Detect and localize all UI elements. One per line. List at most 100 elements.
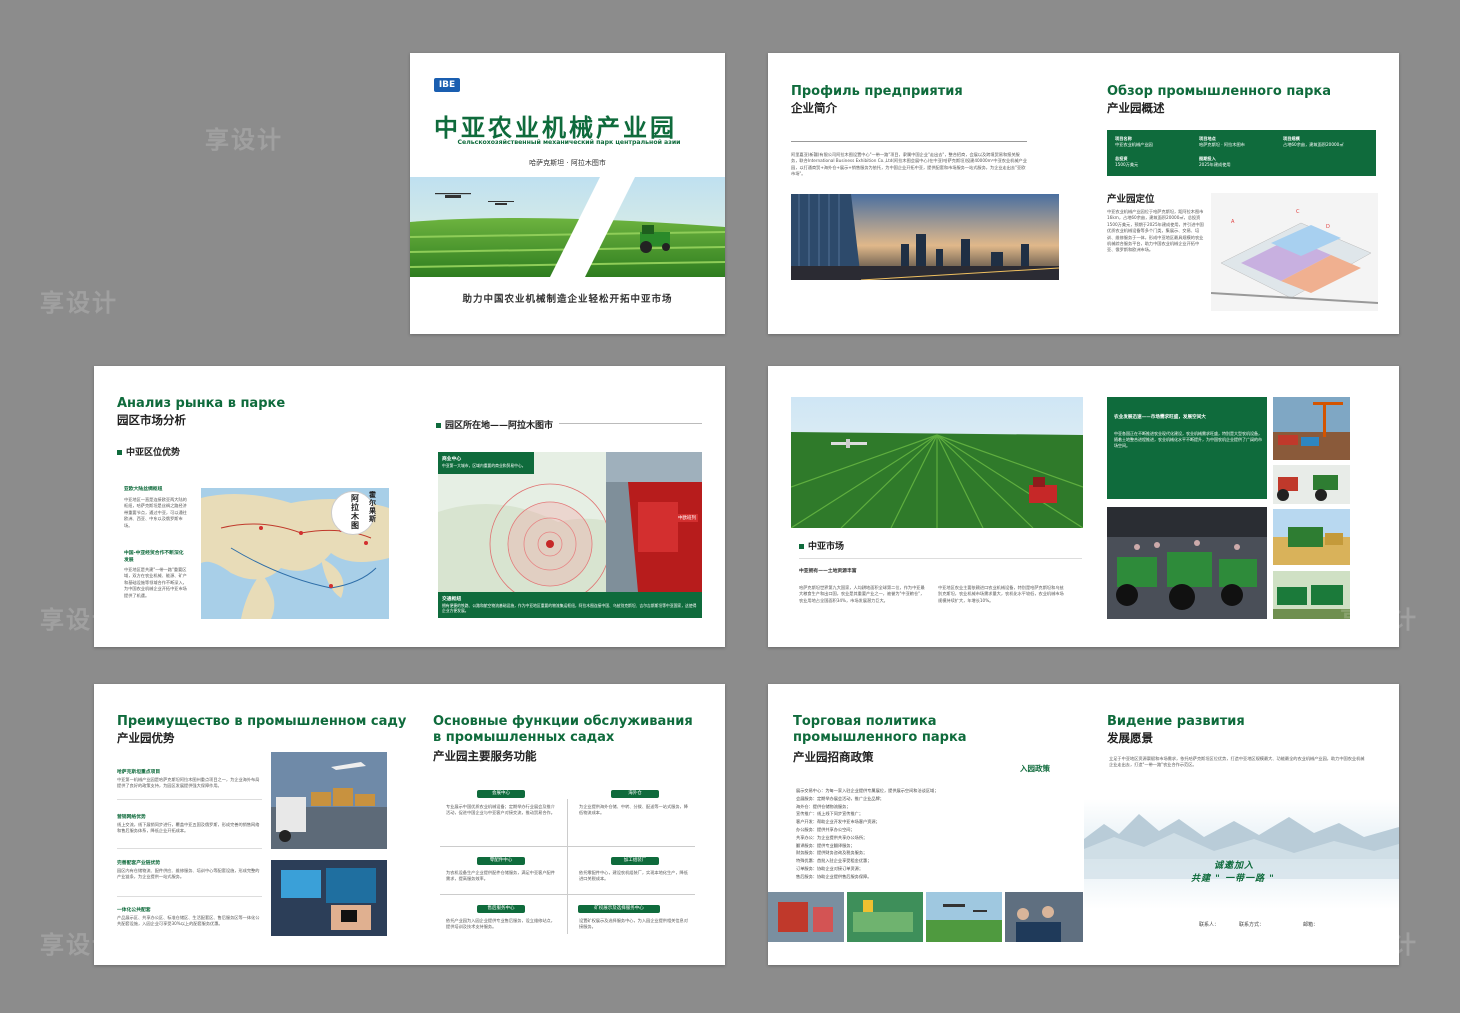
harvesters-row-image: [1273, 571, 1350, 619]
overview-table: 项目名称 中亚农业机械产业园 项目地点 哈萨克斯坦 · 阿拉木图市 项目规模 占地60…: [1107, 130, 1376, 176]
cover-page: IBE 中亚农业机械产业园 Сельскохозяйственный механ…: [410, 53, 725, 334]
service-pill: 会展中心: [477, 790, 525, 798]
contact-email: 邮箱：: [1303, 922, 1319, 928]
vision-slogan-2: 共建 " 一带一路 ": [1191, 874, 1275, 884]
map-label-almaty: 阿拉木图: [351, 494, 359, 530]
port-image: [1273, 397, 1350, 460]
profile-title-ru: Профиль предприятия: [791, 84, 963, 99]
silk-road-map: 阿拉木图 霍尔果斯: [201, 488, 389, 619]
cover-image: [410, 177, 725, 277]
policy-item: 翻译服务：提供专业翻译服务；: [796, 842, 855, 848]
advantage-item-text: 中亚第一机械产业园是哈萨克斯坦阿拉木图州重点项目之一，为企业海外布局提供了良好的…: [117, 777, 260, 789]
policy-item: 海外仓：提供仓储物流服务；: [796, 803, 851, 809]
market-h1: 亚欧大陆丝绸枢纽: [124, 487, 163, 492]
mountain-image: [1084, 799, 1399, 909]
service-text: 依托产业园为入园企业提供专业售后服务，设立维修站点，提供培训及技术支持服务。: [446, 918, 555, 930]
ca-green-box: 农业发展迅速——市场需求旺盛，发展空间大 中亚各国正在不断推进农业现代化建设，农…: [1107, 397, 1267, 499]
advantage-title-ru: Преимущество в промышленном саду: [117, 714, 407, 729]
contact-phone: 联系方式：: [1239, 922, 1265, 928]
svg-text:C: C: [1296, 209, 1300, 215]
services-hline: [440, 846, 695, 847]
policy-item: 展示交易中心：为每一家入驻企业提供专属展位，提供展示空间和洽谈区域；: [796, 788, 939, 793]
service-pill: 矿权展示及选择服务中心: [578, 905, 660, 913]
ca-divider: [799, 558, 1082, 559]
business-center-box: 商业中心 中亚第一大城市，区域内重要的商业和贸易中心。: [438, 452, 534, 474]
train-label: 中欧班列: [676, 514, 698, 522]
location-divider: [559, 423, 702, 424]
harvester-image: [1273, 509, 1350, 565]
cover-title-ru: Сельскохозяйственный механический парк ц…: [457, 139, 681, 146]
policy-item: 财务服务：提供财务咨询及税务服务；: [796, 850, 868, 856]
adv-divider: [117, 848, 262, 849]
policy-right-label: 入园政策: [1020, 764, 1050, 773]
expo-tractors-image: [1107, 507, 1267, 619]
loc-h2: 交通枢纽: [442, 597, 462, 602]
location-subheading: 园区所在地——阿拉木图市: [436, 418, 553, 431]
logistics-image: [271, 752, 387, 849]
advantage-item-heading: 哈萨克斯坦重点项目: [117, 770, 161, 775]
vision-title-cn: 发展愿景: [1107, 731, 1153, 745]
almaty-map: 商业中心 中亚第一大城市，区域内重要的商业和贸易中心。 中欧班列 交通枢纽 拥有…: [438, 452, 702, 618]
logo: IBE: [434, 78, 460, 92]
advantage-item-text: 产品展示区、共享办公区、标准仓储区、生活配套区、售后服务区等一体化公共配套设施，…: [117, 915, 260, 927]
profile-body: 阿里嘉亚(新疆)有限公司阿拉木图设置中心"一带一路"项目，隶属中国企业"走出去"…: [791, 152, 1027, 177]
advantage-item-text: 线上交流，线下展销同步进行，覆盖中亚五国及俄罗斯，形成完善的销售网络和售后服务体…: [117, 822, 260, 834]
park-render: A C D: [1211, 193, 1378, 311]
ca-box-text: 中亚各国正在不断推进农业现代化建设，农业机械需求旺盛，特别是大型农机设备，随着土…: [1114, 431, 1262, 448]
services-title-cn: 产业园主要服务功能: [433, 749, 537, 763]
cover-title: 中亚农业机械产业园: [434, 114, 677, 142]
policy-title-ru-2: промышленного парка: [793, 730, 967, 745]
service-text: 专业展示中国优质农业机械设备；定期举办行业展会及推介活动，促进中国企业与中亚客户…: [446, 804, 555, 816]
central-asia-subheading: 中亚市场: [799, 539, 844, 552]
advantage-title-cn: 产业园优势: [117, 731, 175, 745]
policy-item: 办公服务：提供共享办公空间；: [796, 826, 855, 832]
contact-name: 联系人：: [1199, 922, 1220, 928]
adv-divider: [117, 799, 262, 800]
advantage-item-heading: 营销网络优势: [117, 815, 146, 820]
overview-value: 哈萨克斯坦 · 阿拉木图市: [1199, 142, 1245, 147]
service-pill: 售后服务中心: [477, 905, 525, 913]
overview-value: 1500万美元: [1115, 162, 1139, 167]
svg-text:A: A: [1231, 219, 1235, 225]
market-t1: 中亚地区一直是连接欧亚两大陆的枢纽，哈萨克斯坦是丝绸之路经济带重要节点，通过中亚…: [124, 497, 187, 528]
policy-title-cn: 产业园招商政策: [793, 750, 874, 764]
advantage-page: Преимущество в промышленном саду 产业园优势 哈…: [94, 684, 725, 965]
overview-value: 中亚农业机械产业园: [1115, 142, 1153, 147]
cover-location: 哈萨克斯坦 · 阿拉木图市: [529, 159, 606, 167]
policy-item: 会展服务：定期举办展会活动，推广企业品牌；: [796, 795, 884, 801]
policy-item: 共享办公：为企业提供共享办公场所；: [796, 834, 868, 840]
policy-title-ru-1: Торговая политика: [793, 714, 937, 729]
market-title-cn: 园区市场分析: [117, 413, 186, 427]
position-text: 中亚农业机械产业园位于哈萨克斯坦，距阿拉木图市16km，占地60余亩，建筑面积2…: [1107, 209, 1204, 253]
loc-h1: 商业中心: [442, 457, 462, 462]
cover-slogan: 助力中国农业机械制造企业轻松开拓中亚市场: [462, 294, 673, 305]
tech-image: [271, 860, 387, 936]
service-text: 依托零配件中心，建设农机组装厂，实现本地化生产，降低进口关税成本。: [579, 870, 688, 882]
city-image: [791, 194, 1059, 280]
services-hline: [440, 894, 695, 895]
policy-item: 特殊优惠：首批入驻企业享受租金优惠；: [796, 858, 872, 864]
service-text: 设置矿权展示及选择服务中心，为入园企业提供相关信息对接服务。: [579, 918, 688, 930]
market-h2: 中国-中亚经贸合作不断深化发展: [124, 551, 184, 563]
market-title-ru: Анализ рынка в парке: [117, 396, 286, 411]
service-text: 为企业提供海外仓储、中转、分拨、配送等一站式服务，降低物流成本。: [579, 804, 688, 816]
market-t2: 中亚地区是共建"一带一路"重要区域，双方在农业机械、能源、矿产和基础设施等领域合…: [124, 567, 187, 598]
adv-divider: [117, 896, 262, 897]
policy-item: 客户开发：帮助企业开发中亚市场客户资源；: [796, 819, 880, 825]
loc-t2: 拥有便捷的铁路、公路和航空物流基础设施，作为中亚地区重要的物流集运枢纽，阿拉木图…: [442, 603, 697, 613]
overview-title-ru: Обзор промышленного парка: [1107, 84, 1331, 99]
policy-item: 宣传推广：线上线下同步宣传推广；: [796, 811, 864, 817]
advantage-item-heading: 完善配套产业链优势: [117, 861, 161, 866]
overview-title-cn: 产业园概述: [1107, 101, 1165, 115]
field-aerial-image: [791, 397, 1083, 528]
ca-text-1: 哈萨克斯坦世界第九大国家，人均耕地面积全球第二位，作为中亚最大粮食生产和出口国，…: [799, 585, 925, 603]
transport-hub-box: 交通枢纽 拥有便捷的铁路、公路和航空物流基础设施，作为中亚地区重要的物流集运枢纽…: [438, 592, 702, 618]
service-text: 为农机设备生产企业提供配件仓储服务，满足中亚客户配件需求，提高服务效率。: [446, 870, 555, 882]
position-title: 产业园定位: [1107, 194, 1155, 205]
loc-t1: 中亚第一大城市，区域内重要的商业和贸易中心。: [442, 463, 526, 468]
tractors-image: [1273, 465, 1350, 504]
ca-box-heading: 农业发展迅速——市场需求旺盛，发展空间大: [1114, 415, 1206, 420]
profile-page: Профиль предприятия 企业简介 阿里嘉亚(新疆)有限公司阿拉木…: [768, 53, 1399, 334]
vision-slogan-1: 诚邀加入: [1214, 861, 1255, 871]
svg-text:D: D: [1326, 224, 1330, 230]
